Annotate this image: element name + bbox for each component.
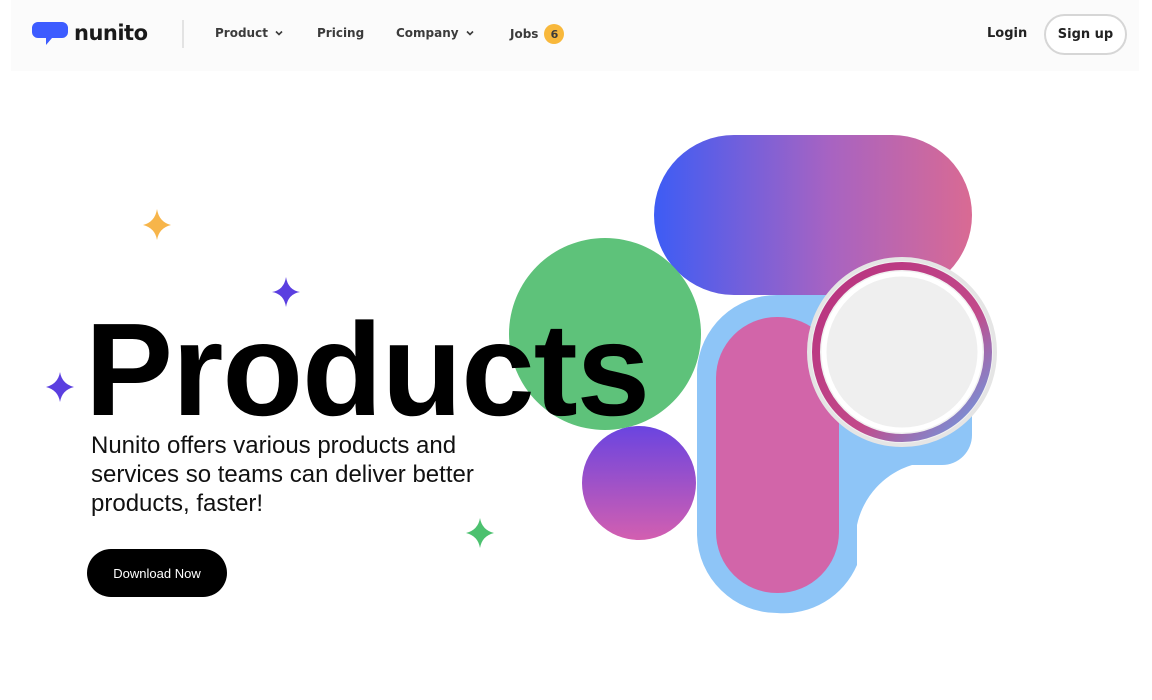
sparkle-purple-icon bbox=[46, 372, 74, 402]
hero-title: Products bbox=[85, 296, 650, 443]
ring-inner bbox=[821, 271, 983, 433]
sparkle-green-icon bbox=[466, 518, 494, 548]
purple-circle-shape bbox=[582, 426, 696, 540]
hero-subtitle: Nunito offers various products and servi… bbox=[91, 432, 474, 517]
sparkle-orange-icon bbox=[143, 209, 171, 240]
download-now-button[interactable]: Download Now bbox=[87, 549, 227, 597]
